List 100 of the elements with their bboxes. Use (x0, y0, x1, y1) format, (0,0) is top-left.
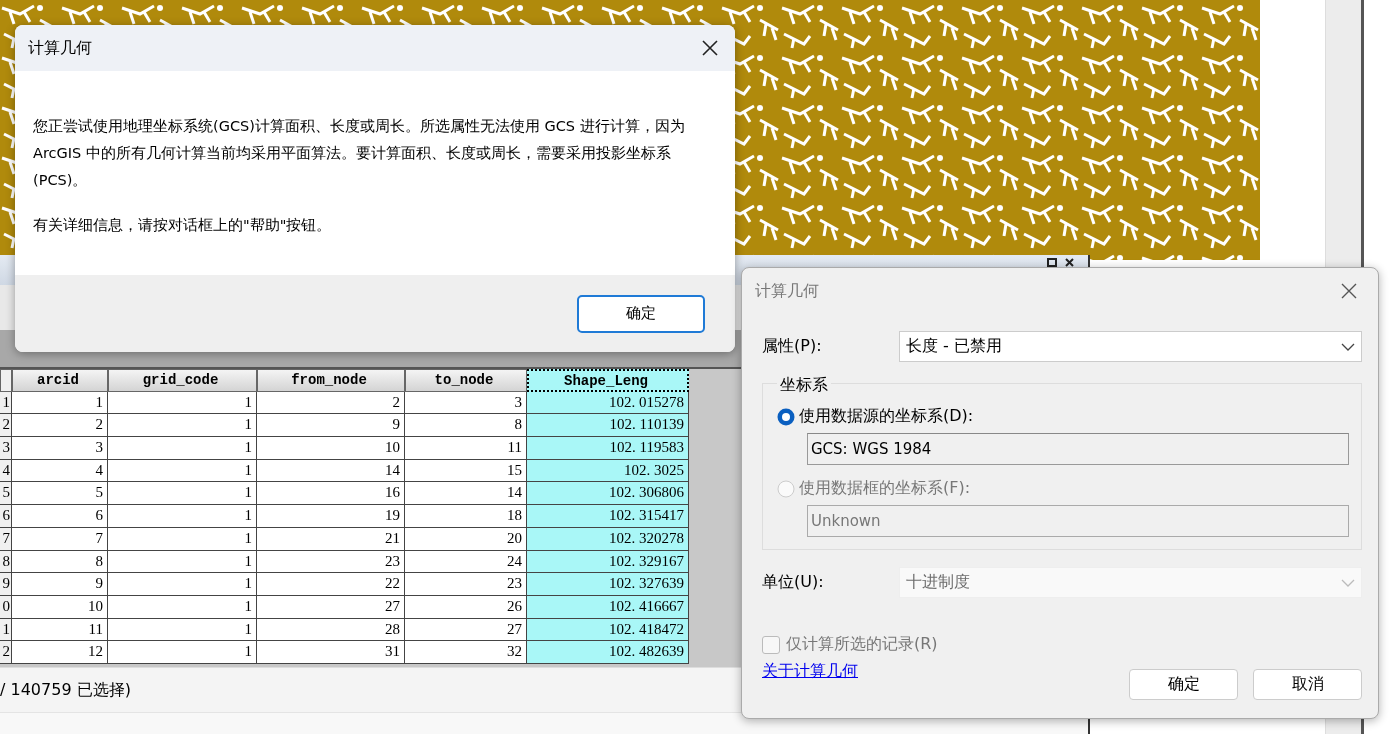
table-cell: 1 (108, 618, 257, 642)
table-cell: 11 (12, 618, 108, 642)
table-cell: 5 (12, 482, 108, 506)
column-header[interactable]: to_node (405, 369, 527, 392)
ok-button[interactable]: 确定 (577, 294, 705, 333)
row-number: 7 (0, 527, 12, 551)
table-cell: 102. 418472 (527, 618, 689, 642)
table-cell: 28 (257, 618, 405, 642)
table-cell: 27 (257, 595, 405, 619)
radio-button[interactable] (777, 407, 795, 426)
table-cell: 23 (257, 550, 405, 574)
table-cell: 14 (405, 482, 527, 506)
table-cell: 102. 015278 (527, 391, 689, 415)
row-number: 8 (0, 550, 12, 574)
table-cell: 1 (108, 414, 257, 438)
table-cell: 1 (108, 482, 257, 506)
readonly-field: Unknown (807, 505, 1349, 537)
table-cell: 6 (12, 505, 108, 528)
row-number: 5 (0, 482, 12, 506)
table-cell: 23 (405, 573, 527, 596)
table-cell: 102. 327639 (527, 573, 689, 596)
table-cell: 9 (257, 414, 405, 438)
column-header[interactable]: from_node (257, 369, 405, 392)
dropdown[interactable]: 长度 - 已禁用 (899, 331, 1362, 362)
row-number: 4 (0, 459, 12, 483)
row-number: 2 (0, 414, 12, 438)
group-title: 坐标系 (777, 375, 831, 396)
dialog-title: 计算几何 (28, 37, 92, 59)
table-cell: 102. 3025 (527, 459, 689, 483)
option-label: 使用数据源的坐标系(D): (799, 406, 974, 427)
table-cell: 1 (108, 391, 257, 415)
column-header[interactable]: grid_code (108, 369, 257, 392)
checkbox-label: 仅计算所选的记录(R) (786, 634, 938, 655)
table-cell: 12 (12, 641, 108, 664)
row-number: 9 (0, 573, 12, 596)
table-cell: 1 (108, 505, 257, 528)
table-cell: 102. 482639 (527, 641, 689, 664)
table-cell: 1 (108, 437, 257, 460)
cancel-button[interactable]: 取消 (1253, 669, 1362, 700)
table-cell: 3 (12, 437, 108, 460)
table-cell: 11 (405, 437, 527, 460)
table-cell: 14 (257, 459, 405, 483)
maximize-icon (1047, 258, 1057, 267)
table-cell: 21 (257, 527, 405, 551)
table-cell: 18 (405, 505, 527, 528)
table-cell: 4 (12, 459, 108, 483)
table-cell: 1 (108, 573, 257, 596)
table-cell: 3 (405, 391, 527, 415)
message-text: 您正尝试使用地理坐标系统(GCS)计算面积、长度或周长。所选属性无法使用 GCS 进行计算，因为 ArcGIS 中的所有几何计算当前均采用平面算法。要计算面积、长度或周长，需要采用投影坐标系(PCS)。 (33, 117, 685, 190)
table-cell: 8 (12, 550, 108, 574)
selection-count: / 140759 已选择) (0, 679, 131, 701)
table-cell: 2 (257, 391, 405, 415)
table-cell: 102. 329167 (527, 550, 689, 574)
column-header[interactable]: arcid (12, 369, 108, 392)
message-text: 有关详细信息，请按对话框上的"帮助"按钮。 (33, 216, 333, 235)
table-cell: 24 (405, 550, 527, 574)
table-cell: 32 (405, 641, 527, 664)
column-header[interactable]: Shape_Leng (527, 369, 689, 392)
table-cell: 10 (12, 595, 108, 619)
table-cell: 20 (405, 527, 527, 551)
close-icon (1340, 282, 1358, 300)
dropdown-value: 十进制度 (906, 572, 970, 593)
dropdown-value: 长度 - 已禁用 (906, 336, 1002, 357)
ok-button[interactable]: 确定 (1129, 669, 1238, 700)
table-cell: 1 (108, 641, 257, 664)
table-cell: 9 (12, 573, 108, 596)
row-number: 1 (0, 391, 12, 415)
close-icon (1065, 258, 1074, 267)
table-cell: 1 (12, 391, 108, 415)
table-cell: 2 (12, 414, 108, 438)
table-cell: 102. 110139 (527, 414, 689, 438)
row-number: 6 (0, 505, 12, 528)
table-cell: 1 (108, 527, 257, 551)
option-label: 使用数据框的坐标系(F): (799, 478, 971, 499)
row-number: 2 (0, 641, 12, 664)
field-label: 单位(U): (762, 572, 825, 593)
row-number: 0 (0, 595, 12, 619)
table-cell: 1 (108, 459, 257, 483)
table-cell: 31 (257, 641, 405, 664)
chevron-down-icon (1341, 578, 1355, 587)
table-cell: 16 (257, 482, 405, 506)
table-cell: 26 (405, 595, 527, 619)
row-number: 1 (0, 618, 12, 642)
table-cell: 102. 416667 (527, 595, 689, 619)
dialog-title: 计算几何 (755, 280, 819, 302)
table-cell: 102. 119583 (527, 437, 689, 460)
table-cell: 19 (257, 505, 405, 528)
readonly-field: GCS: WGS 1984 (807, 433, 1349, 465)
table-cell: 102. 315417 (527, 505, 689, 528)
chevron-down-icon (1341, 342, 1355, 351)
table-cell: 102. 306806 (527, 482, 689, 506)
row-number: 3 (0, 437, 12, 460)
table-cell: 102. 320278 (527, 527, 689, 551)
table-cell: 1 (108, 550, 257, 574)
table-cell: 27 (405, 618, 527, 642)
table-cell: 7 (12, 527, 108, 551)
table-cell: 1 (108, 595, 257, 619)
table-cell: 15 (405, 459, 527, 483)
table-cell: 22 (257, 573, 405, 596)
help-link[interactable]: 关于计算几何 (762, 661, 858, 682)
